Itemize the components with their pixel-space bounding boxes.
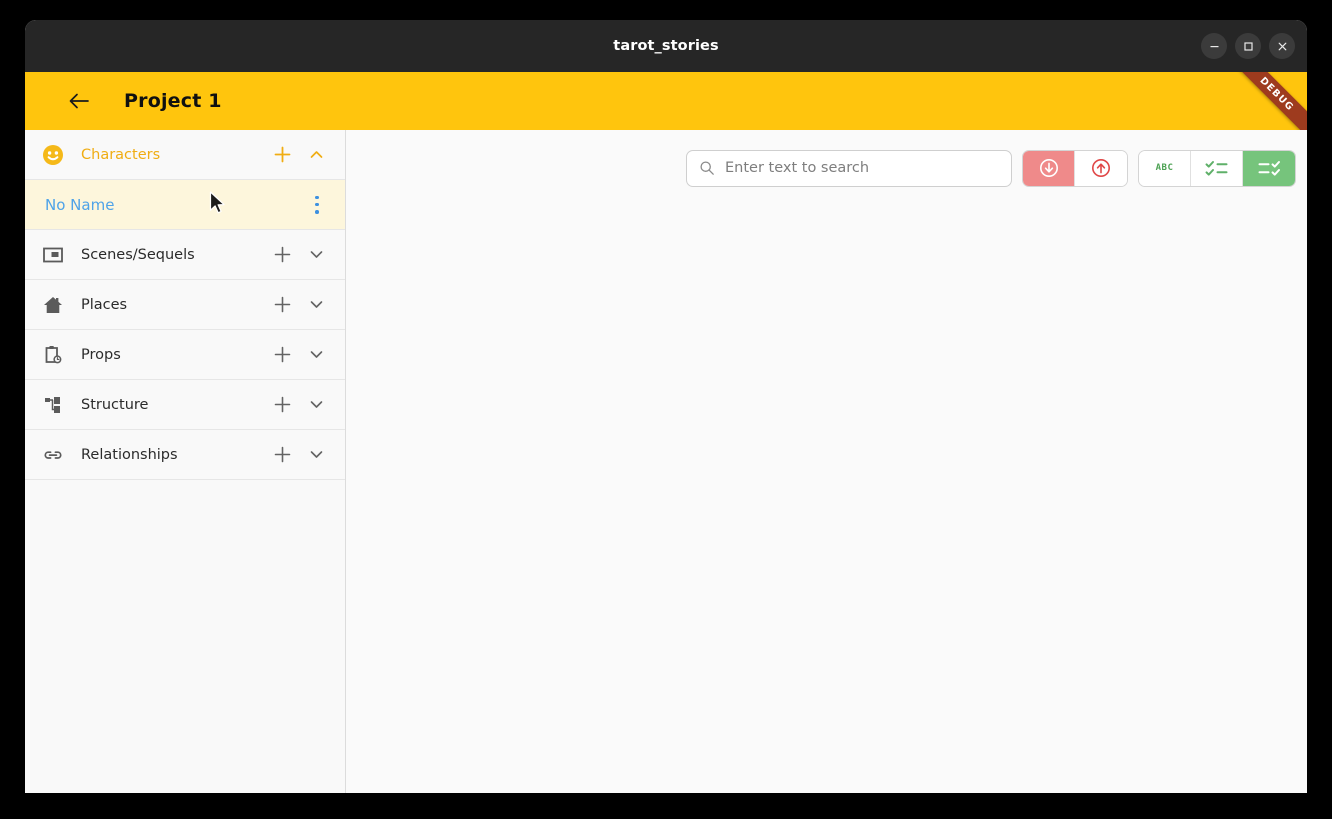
sort-checked-first-button[interactable]	[1191, 150, 1243, 186]
chevron-down-icon	[310, 451, 322, 458]
sidebar-item-label: Scenes/Sequels	[81, 246, 195, 263]
sidebar-item-structure[interactable]: Structure	[25, 380, 345, 430]
sidebar-item-label: Relationships	[81, 446, 178, 463]
chevron-down-icon	[310, 401, 322, 408]
window-controls	[1201, 20, 1295, 72]
close-button[interactable]	[1269, 33, 1295, 59]
checklist-left-icon	[1205, 161, 1227, 176]
import-export-button-group	[1022, 149, 1128, 187]
scene-frame-icon	[25, 244, 81, 266]
sort-checked-last-button[interactable]	[1243, 150, 1295, 186]
sort-button-group: ABC	[1138, 149, 1296, 187]
add-prop-button[interactable]	[265, 338, 299, 372]
sidebar-item-places[interactable]: Places	[25, 280, 345, 330]
chevron-down-icon	[310, 351, 322, 358]
list-item[interactable]: No Name	[25, 180, 345, 230]
circle-arrow-up-icon	[1092, 159, 1110, 177]
circle-arrow-down-icon	[1039, 159, 1058, 177]
app-window: tarot_stories Project 1 DEBUG Characters…	[25, 20, 1307, 793]
window-title: tarot_stories	[613, 38, 719, 54]
maximize-icon	[1243, 41, 1253, 51]
expand-structure-button[interactable]	[299, 388, 333, 422]
sidebar-item-scenes-sequels[interactable]: Scenes/Sequels	[25, 230, 345, 280]
expand-places-button[interactable]	[299, 288, 333, 322]
add-character-button[interactable]	[265, 138, 299, 172]
arrow-left-icon	[69, 93, 89, 109]
add-place-button[interactable]	[265, 288, 299, 322]
content-area	[346, 206, 1307, 793]
expand-relationships-button[interactable]	[299, 438, 333, 472]
sidebar-item-relationships[interactable]: Relationships	[25, 430, 345, 480]
add-scene-button[interactable]	[265, 238, 299, 272]
sort-alphabetical-button[interactable]: ABC	[1139, 150, 1191, 186]
title-bar: tarot_stories	[25, 20, 1307, 72]
chevron-down-icon	[310, 301, 322, 308]
plus-icon	[274, 446, 290, 463]
checklist-right-icon	[1258, 161, 1280, 176]
sitemap-icon	[25, 394, 81, 416]
sidebar-item-props[interactable]: Props	[25, 330, 345, 380]
plus-icon	[274, 246, 290, 263]
expand-props-button[interactable]	[299, 338, 333, 372]
maximize-button[interactable]	[1235, 33, 1261, 59]
debug-ribbon: DEBUG	[1223, 72, 1307, 130]
main-pane: ABC	[346, 130, 1307, 793]
download-button[interactable]	[1023, 150, 1075, 186]
chevron-up-icon	[310, 151, 322, 158]
close-icon	[1278, 42, 1286, 50]
search-box[interactable]	[686, 149, 1012, 187]
toolbar: ABC	[346, 130, 1307, 206]
kebab-menu-icon[interactable]	[307, 192, 327, 218]
sidebar-item-label: Structure	[81, 396, 149, 413]
minimize-icon	[1210, 45, 1218, 47]
link-chain-icon	[25, 444, 81, 466]
plus-icon	[274, 346, 290, 363]
home-icon	[25, 294, 81, 316]
collapse-characters-button[interactable]	[299, 138, 333, 172]
chevron-down-icon	[310, 251, 322, 258]
sidebar-item-label: Characters	[81, 146, 161, 163]
plus-icon	[274, 146, 290, 163]
clipboard-clock-icon	[25, 344, 81, 366]
page-title: Project 1	[124, 90, 222, 112]
plus-icon	[274, 396, 290, 413]
sidebar-item-label: Props	[81, 346, 121, 363]
minimize-button[interactable]	[1201, 33, 1227, 59]
app-header: Project 1 DEBUG	[25, 72, 1307, 130]
character-name: No Name	[45, 195, 115, 214]
search-input[interactable]	[725, 150, 999, 186]
add-structure-button[interactable]	[265, 388, 299, 422]
body: Characters No Name Scenes/Sequels Places…	[25, 130, 1307, 793]
upload-button[interactable]	[1075, 150, 1127, 186]
sidebar-item-characters[interactable]: Characters	[25, 130, 345, 180]
back-button[interactable]	[65, 87, 93, 115]
abc-icon: ABC	[1155, 163, 1174, 173]
plus-icon	[274, 296, 290, 313]
sidebar-item-label: Places	[81, 296, 128, 313]
add-relationship-button[interactable]	[265, 438, 299, 472]
search-icon	[699, 160, 715, 176]
sidebar[interactable]: Characters No Name Scenes/Sequels Places…	[25, 130, 346, 793]
smiley-face-icon	[25, 143, 81, 167]
expand-scenes-button[interactable]	[299, 238, 333, 272]
